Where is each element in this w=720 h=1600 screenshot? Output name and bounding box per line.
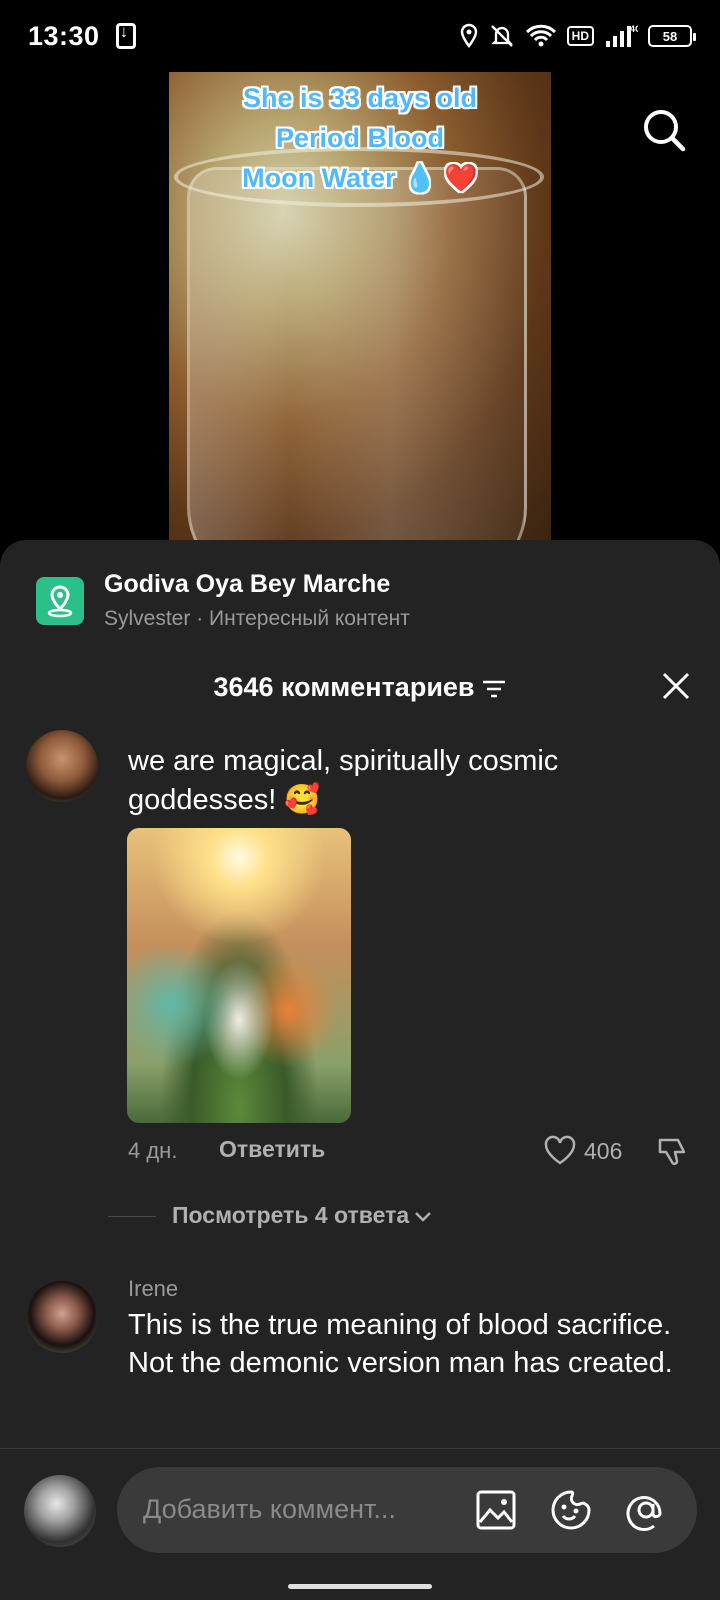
comment-author[interactable]: Irene — [128, 1276, 178, 1302]
comment-time: 4 дн. — [128, 1138, 178, 1163]
svg-text:4G: 4G — [630, 24, 638, 34]
promo-subtitle: Sylvester · Интересный контент — [104, 607, 410, 630]
wifi-icon — [525, 24, 556, 47]
status-bar: 13:30 HD 4G 58 — [0, 0, 720, 72]
comment-input[interactable]: Добавить коммент... — [117, 1467, 697, 1553]
video-overlay-line: Period Blood — [276, 123, 444, 153]
comments-sheet: Godiva Oya Bey Marche Sylvester · Интере… — [0, 540, 720, 1600]
video-overlay-line: Moon Water 💧 ❤️ — [242, 163, 478, 193]
comment-input-placeholder: Добавить коммент... — [143, 1494, 396, 1524]
reply-button[interactable]: Ответить — [219, 1136, 325, 1163]
comment-image[interactable] — [127, 828, 351, 1123]
view-replies-button[interactable]: Посмотреть 4 ответа — [172, 1202, 433, 1229]
home-indicator[interactable] — [288, 1584, 432, 1589]
comment-text: This is the true meaning of blood sacrif… — [128, 1309, 673, 1379]
comment-list[interactable]: we are magical, spiritually cosmic godde… — [0, 730, 720, 1446]
video-overlay-line: She is 33 days old — [242, 83, 478, 113]
map-pin-icon — [36, 576, 84, 625]
input-divider — [0, 1448, 720, 1449]
video-frame-glass — [187, 167, 527, 542]
hd-badge: HD — [566, 26, 594, 46]
battery-icon: 58 — [648, 25, 696, 47]
avatar — [24, 1475, 96, 1547]
promo-title: Godiva Oya Bey Marche — [104, 570, 391, 598]
video-player[interactable]: She is 33 days old Period Blood Moon Wat… — [169, 72, 551, 542]
avatar[interactable] — [26, 730, 98, 802]
status-icons: HD 4G 58 — [459, 23, 696, 49]
promo-banner[interactable]: Godiva Oya Bey Marche Sylvester · Интере… — [36, 570, 410, 631]
view-replies-label: Посмотреть 4 ответа — [172, 1202, 410, 1228]
comment-text: we are magical, spiritually cosmic godde… — [128, 745, 559, 816]
location-icon — [460, 23, 477, 49]
status-time: 13:30 — [28, 20, 100, 51]
signal-icon: 4G — [606, 24, 638, 47]
video-overlay-text: She is 33 days old Period Blood Moon Wat… — [169, 72, 551, 198]
close-icon[interactable] — [660, 670, 692, 702]
heart-icon[interactable] — [543, 1134, 577, 1166]
dislike-icon[interactable] — [656, 1134, 690, 1168]
emoji-icon[interactable] — [549, 1488, 593, 1532]
download-icon — [115, 22, 136, 49]
replies-divider — [108, 1216, 156, 1217]
like-count: 406 — [584, 1138, 623, 1164]
promo-text: Godiva Oya Bey Marche Sylvester · Интере… — [104, 570, 410, 631]
chevron-down-icon — [415, 1212, 432, 1222]
mute-bell-icon — [490, 25, 513, 47]
comments-count-title: 3646 комментариев — [213, 672, 475, 702]
avatar[interactable] — [26, 1281, 98, 1353]
search-icon[interactable] — [641, 107, 687, 153]
image-icon[interactable] — [474, 1488, 518, 1532]
sort-filter-icon[interactable] — [481, 678, 507, 700]
mention-icon[interactable] — [624, 1488, 668, 1532]
comments-header: 3646 комментариев — [0, 672, 720, 703]
